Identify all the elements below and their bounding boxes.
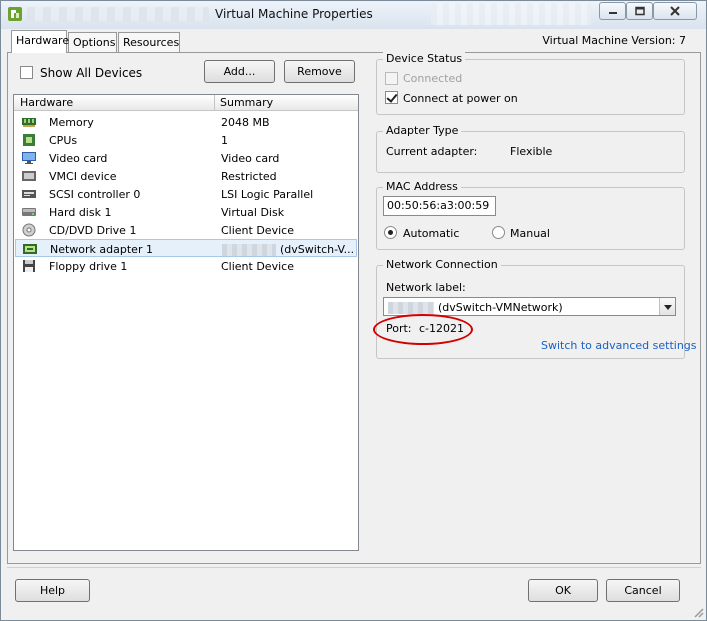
device-summary: LSI Logic Parallel — [221, 188, 314, 201]
add-button[interactable]: Add... — [204, 60, 275, 83]
network-connection-title: Network Connection — [383, 258, 501, 271]
cd-dvd-icon — [22, 223, 36, 237]
device-row-cpus[interactable]: CPUs 1 — [15, 131, 357, 149]
memory-icon — [22, 118, 36, 127]
device-name: VMCI device — [49, 170, 117, 183]
device-row-memory[interactable]: Memory 2048 MB — [15, 113, 357, 131]
device-summary: Video card — [221, 152, 280, 165]
background-blur — [431, 3, 591, 25]
mac-automatic-label: Automatic — [403, 227, 460, 240]
device-row-scsi-controller[interactable]: SCSI controller 0 LSI Logic Parallel — [15, 185, 357, 203]
tab-hardware[interactable]: Hardware — [11, 30, 69, 53]
device-row-vmci[interactable]: VMCI device Restricted — [15, 167, 357, 185]
hard-disk-icon — [22, 208, 36, 216]
cancel-button[interactable]: Cancel — [606, 579, 680, 602]
device-row-cd-dvd[interactable]: CD/DVD Drive 1 Client Device — [15, 221, 357, 239]
device-name: Hard disk 1 — [49, 206, 112, 219]
current-adapter-label: Current adapter: — [386, 145, 478, 158]
network-label-caption: Network label: — [386, 281, 466, 294]
device-summary-text: (dvSwitch-V... — [280, 243, 355, 256]
maximize-button[interactable] — [626, 2, 653, 20]
scsi-icon — [22, 190, 36, 198]
show-all-devices-label: Show All Devices — [40, 66, 143, 80]
device-name: Network adapter 1 — [50, 243, 153, 256]
footer-separator — [7, 567, 701, 568]
maximize-icon — [634, 6, 645, 16]
device-row-hard-disk[interactable]: Hard disk 1 Virtual Disk — [15, 203, 357, 221]
connect-at-power-on-label: Connect at power on — [403, 92, 518, 105]
cpu-icon — [23, 134, 35, 146]
column-summary[interactable]: Summary — [220, 96, 273, 109]
vsphere-app-icon — [8, 7, 22, 21]
device-summary: Restricted — [221, 170, 277, 183]
hardware-list-header: Hardware Summary — [14, 95, 358, 111]
device-row-network-adapter[interactable]: Network adapter 1 (dvSwitch-V... — [15, 239, 357, 257]
device-status-title: Device Status — [383, 52, 466, 65]
vm-properties-window: Virtual Machine Properties Hardware Opti… — [0, 0, 707, 621]
current-adapter-value: Flexible — [510, 145, 553, 158]
show-all-devices-checkbox[interactable] — [20, 66, 33, 79]
resize-grip-icon[interactable] — [692, 606, 704, 618]
vmci-icon — [22, 171, 36, 181]
minimize-icon — [608, 12, 617, 14]
device-name: CPUs — [49, 134, 78, 147]
close-icon — [670, 6, 680, 16]
minimize-button[interactable] — [599, 2, 626, 20]
device-row-floppy[interactable]: Floppy drive 1 Client Device — [15, 257, 357, 275]
floppy-icon — [23, 260, 35, 272]
column-hardware[interactable]: Hardware — [20, 96, 73, 109]
device-name: SCSI controller 0 — [49, 188, 141, 201]
mac-address-field[interactable]: 00:50:56:a3:00:59 — [383, 196, 496, 216]
blurred-network-name — [222, 244, 276, 256]
connected-label: Connected — [403, 72, 463, 85]
switch-to-advanced-settings-link[interactable]: Switch to advanced settings — [541, 339, 697, 352]
device-status-group: Device Status — [376, 52, 685, 115]
hardware-list[interactable]: Hardware Summary Memory 2048 MB CPUs 1 V… — [13, 94, 359, 551]
device-summary: 1 — [221, 134, 228, 147]
blurred-vm-name — [27, 7, 209, 21]
device-summary: Client Device — [221, 224, 294, 237]
device-summary: (dvSwitch-V... — [222, 243, 354, 256]
mac-automatic-radio[interactable] — [384, 226, 397, 239]
connect-at-power-on-checkbox[interactable] — [385, 91, 398, 104]
remove-button[interactable]: Remove — [284, 60, 355, 83]
column-separator — [214, 95, 215, 111]
device-row-video-card[interactable]: Video card Video card — [15, 149, 357, 167]
device-name: Video card — [49, 152, 108, 165]
help-button[interactable]: Help — [15, 579, 90, 602]
tab-resources[interactable]: Resources — [118, 32, 180, 52]
blurred-network-name — [388, 302, 434, 314]
device-name: CD/DVD Drive 1 — [49, 224, 137, 237]
selected-network: (dvSwitch-VMNetwork) — [388, 301, 563, 314]
adapter-type-title: Adapter Type — [383, 124, 462, 137]
annotation-circle — [373, 314, 473, 345]
vm-version-label: Virtual Machine Version: 7 — [542, 34, 686, 47]
tab-options[interactable]: Options — [68, 32, 117, 52]
monitor-icon — [22, 152, 36, 164]
device-summary: 2048 MB — [221, 116, 270, 129]
title-bar[interactable]: Virtual Machine Properties — [1, 1, 706, 29]
mac-address-title: MAC Address — [383, 180, 461, 193]
mac-manual-radio[interactable] — [492, 226, 505, 239]
selected-network-text: (dvSwitch-VMNetwork) — [438, 301, 563, 314]
dropdown-arrow-icon[interactable] — [659, 298, 675, 315]
device-summary: Virtual Disk — [221, 206, 285, 219]
ok-button[interactable]: OK — [528, 579, 598, 602]
window-title: Virtual Machine Properties — [215, 7, 373, 21]
network-adapter-icon — [23, 244, 37, 254]
device-name: Floppy drive 1 — [49, 260, 128, 273]
device-summary: Client Device — [221, 260, 294, 273]
device-name: Memory — [49, 116, 94, 129]
close-button[interactable] — [653, 2, 697, 20]
connected-checkbox[interactable] — [385, 72, 398, 85]
mac-manual-label: Manual — [510, 227, 550, 240]
